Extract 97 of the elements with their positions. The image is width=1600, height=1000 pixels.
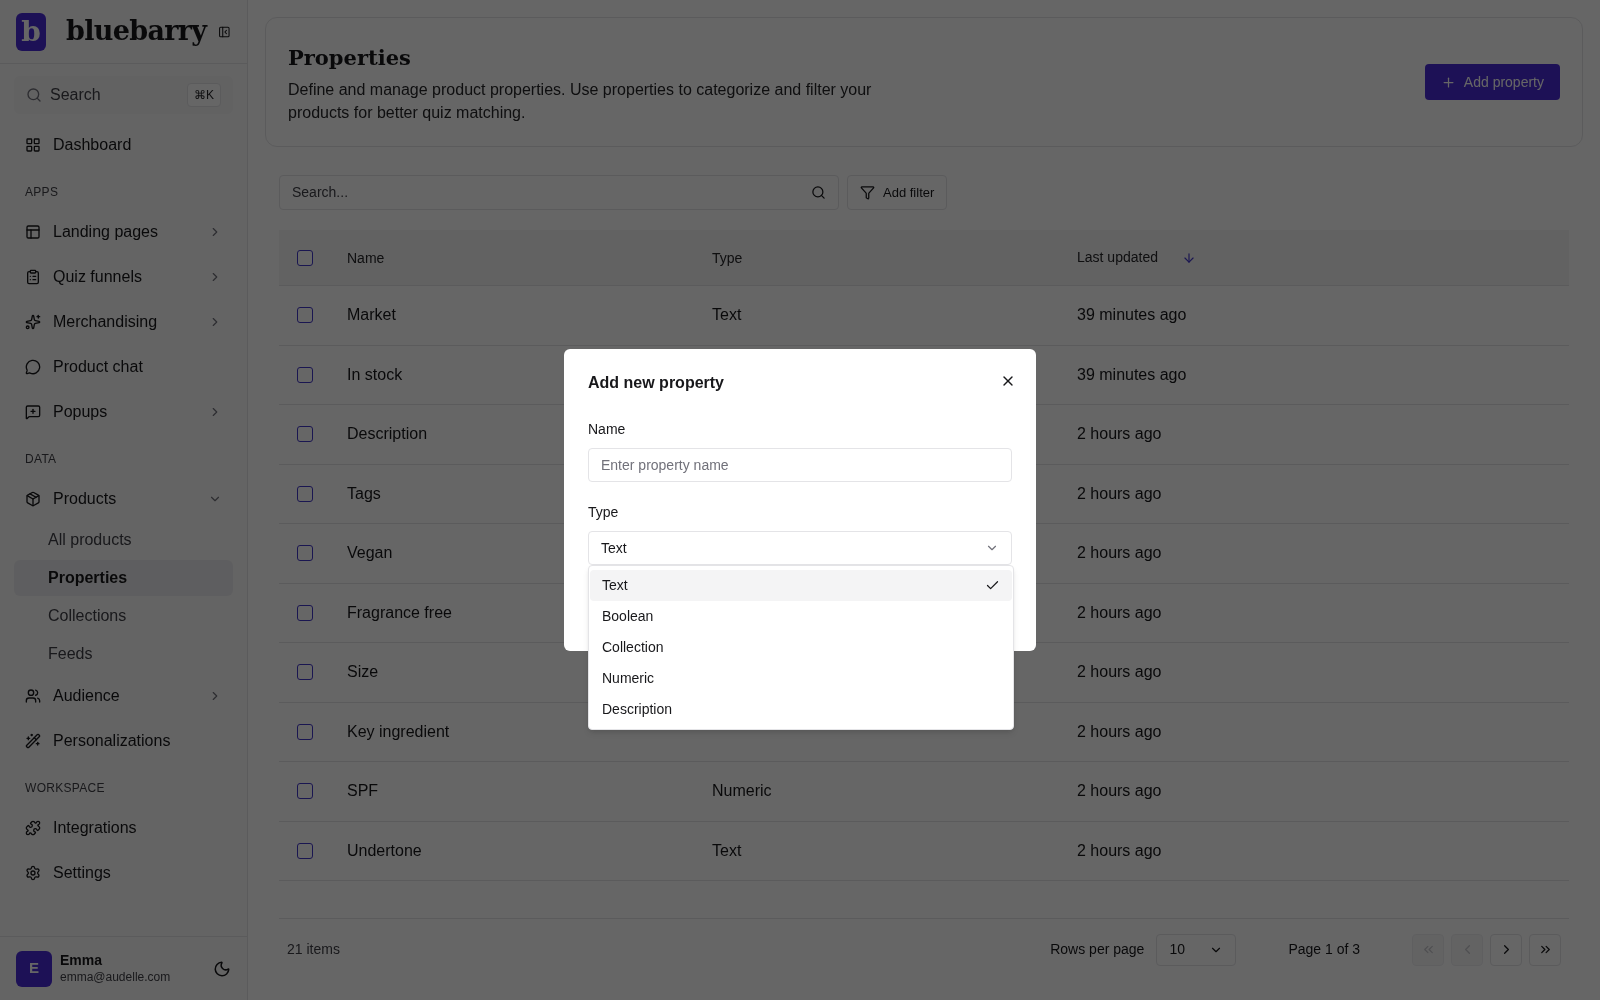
table-cell-text: 2 hours ago	[1077, 424, 1162, 445]
search-placeholder: Search...	[292, 183, 349, 202]
page-title: Properties	[288, 44, 412, 72]
field-label: Name	[588, 420, 627, 439]
nav-item[interactable]: Popups	[14, 389, 233, 434]
search-icon	[811, 185, 826, 200]
table-cell-text: 2 hours ago	[1077, 781, 1162, 802]
nav-subitem[interactable]: Properties	[14, 560, 233, 596]
page-button[interactable]	[1529, 933, 1561, 966]
users-icon	[25, 687, 41, 704]
dropdown-option[interactable]: Text	[590, 570, 1012, 601]
table-cell: Key ingredient	[347, 722, 450, 740]
section-heading: DATA	[24, 451, 58, 468]
puzzle-icon	[25, 819, 41, 836]
item-count: 21 items	[286, 940, 340, 959]
checkbox[interactable]	[297, 723, 313, 740]
nav-item[interactable]: Dashboard	[14, 122, 233, 167]
package-icon	[25, 490, 41, 507]
nav-item[interactable]: Landing pages	[14, 209, 233, 254]
table-cell-text: 2 hours ago	[1077, 602, 1162, 623]
checkbox[interactable]	[297, 783, 313, 800]
table-cell: Market	[347, 306, 396, 324]
table-cell-text: 2 hours ago	[1077, 662, 1162, 683]
rows-per-page-label: Rows per page	[1050, 940, 1145, 959]
field-label: Type	[588, 503, 620, 522]
settings-icon	[25, 864, 41, 881]
checkbox[interactable]	[297, 842, 313, 859]
table-cell: Size	[347, 663, 379, 681]
user-name: Emma	[60, 952, 104, 970]
nav-item[interactable]: Audience	[14, 673, 233, 718]
sparkles-icon	[25, 313, 41, 330]
nav-subitem[interactable]: All products	[14, 522, 233, 558]
wand-icon	[25, 732, 41, 749]
table-cell: Undertone	[347, 841, 422, 859]
nav-item[interactable]: Product chat	[14, 344, 233, 389]
checkbox[interactable]	[297, 426, 313, 443]
table-cell-text: 2 hours ago	[1077, 721, 1162, 742]
layout-icon	[25, 223, 41, 240]
nav-subitem[interactable]: Collections	[14, 598, 233, 634]
section-heading: APPS	[24, 184, 60, 201]
checkbox[interactable]	[297, 604, 313, 621]
nav-item[interactable]: Personalizations	[14, 718, 233, 763]
table-cell: Description	[347, 425, 428, 443]
table-cell-text: 2 hours ago	[1077, 840, 1162, 861]
rows-per-page-select[interactable]: 10	[1156, 933, 1237, 966]
page-button[interactable]	[1490, 933, 1522, 966]
clipboard-icon	[25, 268, 41, 285]
nav-subitem[interactable]: Feeds	[14, 636, 233, 672]
message-plus-icon	[25, 403, 41, 420]
name-input-field[interactable]: Enter property name	[588, 448, 1012, 482]
dashboard-icon	[25, 136, 41, 153]
chat-icon	[25, 358, 41, 375]
table-cell: Numeric	[712, 782, 772, 800]
nav-item[interactable]: Products	[14, 476, 233, 521]
column-header[interactable]: Type	[712, 249, 743, 266]
table-cell: SPF	[347, 782, 379, 800]
add-property-button[interactable]: Add property	[1424, 64, 1560, 100]
column-header[interactable]: Last updated	[1077, 247, 1158, 268]
nav-item[interactable]: Merchandising	[14, 299, 233, 344]
type-select[interactable]: Text	[588, 531, 1012, 565]
table-cell: Fragrance free	[347, 603, 452, 621]
brand-logo: b	[16, 12, 46, 51]
checkbox[interactable]	[297, 545, 313, 562]
dialog-title: Add new property	[588, 373, 724, 393]
nav-item[interactable]: Quiz funnels	[14, 254, 233, 299]
table-cell: In stock	[347, 365, 403, 383]
table-cell-text: 39 minutes ago	[1077, 364, 1187, 385]
checkbox[interactable]	[297, 366, 313, 383]
checkbox[interactable]	[297, 664, 313, 681]
plus-icon	[1440, 74, 1456, 90]
table-cell: Vegan	[347, 544, 393, 562]
table-cell: Text	[712, 841, 742, 859]
table-cell: Tags	[347, 484, 381, 502]
search-placeholder: Search	[50, 85, 101, 105]
user-email: emma@audelle.com	[60, 969, 171, 985]
sort-arrow-icon[interactable]	[1181, 250, 1196, 265]
table-cell-text: 39 minutes ago	[1077, 305, 1187, 326]
table-cell: Text	[712, 306, 742, 324]
moon-icon[interactable]	[213, 959, 231, 978]
page-description: Define and manage product properties. Use properties to categorize and filter your products for better quiz matching.	[288, 79, 873, 123]
avatar[interactable]: E	[16, 950, 52, 987]
checkbox[interactable]	[297, 485, 313, 502]
table-cell-text: 2 hours ago	[1077, 543, 1162, 564]
checkbox[interactable]	[297, 307, 313, 324]
filter-icon	[860, 185, 875, 200]
column-header[interactable]: Name	[347, 249, 385, 266]
nav-item[interactable]: Integrations	[14, 805, 233, 850]
page-indicator: Page 1 of 3	[1288, 940, 1360, 959]
brand-name: bluebarry	[66, 14, 207, 49]
checkbox[interactable]	[297, 249, 313, 266]
shortcut-key: ⌘K	[187, 83, 221, 107]
search-icon	[26, 87, 42, 103]
add-filter-button[interactable]: Add filter	[847, 175, 948, 210]
section-heading: WORKSPACE	[24, 780, 106, 797]
table-search-field[interactable]: Search...	[279, 175, 839, 210]
table-cell-text: 2 hours ago	[1077, 483, 1162, 504]
nav-item[interactable]: Settings	[14, 850, 233, 895]
